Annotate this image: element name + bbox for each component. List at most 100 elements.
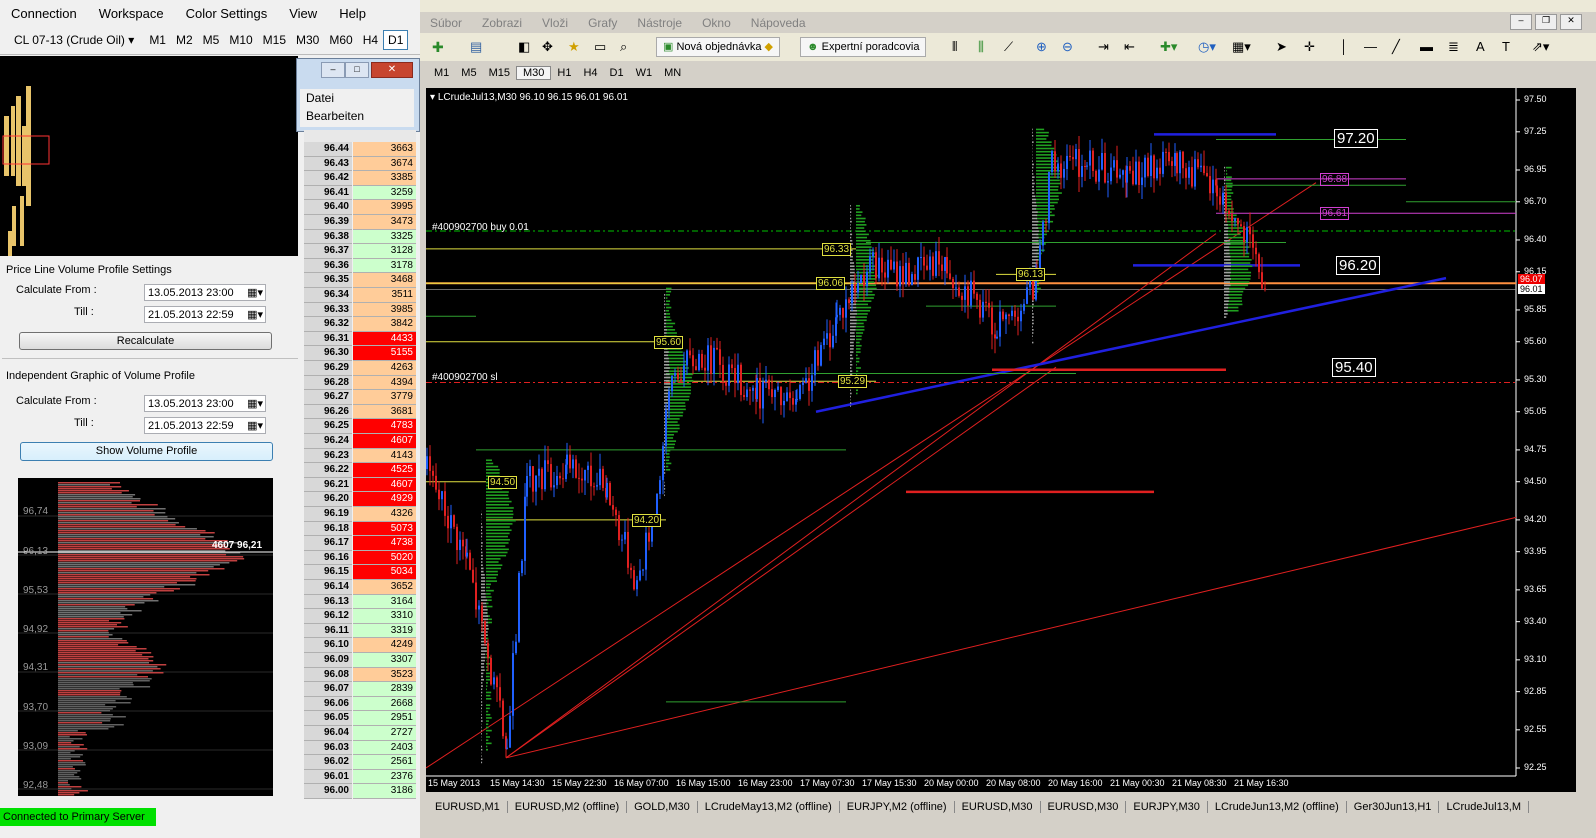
ladder-row[interactable]: 96.02 2561 (304, 755, 416, 770)
crosshair-move-icon[interactable]: ✥ (542, 39, 553, 55)
zoom-out-icon[interactable]: ⊖ (1062, 39, 1073, 55)
chart-tab[interactable]: EURUSD,M30 (1041, 801, 1127, 813)
ladder-row[interactable]: 96.01 2376 (304, 769, 416, 785)
show-volume-profile-button[interactable]: Show Volume Profile (20, 442, 273, 461)
ladder-row[interactable]: 96.36 3178 (304, 258, 416, 274)
ladder-row[interactable]: 96.25 4783 (304, 419, 416, 434)
horizontal-line-icon[interactable]: — (1364, 39, 1377, 54)
ladder-row[interactable]: 96.10 4249 (304, 638, 416, 653)
chart-tab[interactable]: EURJPY,M2 (offline) (840, 801, 955, 813)
popup-item-datei[interactable]: Datei (300, 89, 414, 107)
mt-menu-file[interactable]: Súbor (420, 16, 472, 30)
text-icon[interactable]: A (1476, 39, 1485, 54)
period-m30[interactable]: M30 (515, 66, 552, 80)
chart-tab[interactable]: EURUSD,M2 (offline) (508, 801, 628, 813)
ladder-row[interactable]: 96.14 3652 (304, 580, 416, 595)
period-d1[interactable]: D1 (604, 67, 630, 79)
tf-m60[interactable]: M60 (324, 33, 357, 47)
ladder-row[interactable]: 96.38 3325 (304, 229, 416, 245)
maximize-icon[interactable]: □ (345, 62, 369, 78)
bar-chart-icon[interactable]: ⫴ (952, 39, 957, 55)
ladder-row[interactable]: 96.08 3523 (304, 667, 416, 683)
mt-menu-help[interactable]: Nápoveda (741, 16, 816, 30)
period-h4[interactable]: H4 (577, 67, 603, 79)
terminal-icon[interactable]: ▭ (594, 39, 606, 55)
mt-menu-insert[interactable]: Vloži (532, 16, 578, 30)
calendar-icon[interactable]: ▦▾ (247, 307, 263, 324)
ladder-row[interactable]: 96.19 4326 (304, 507, 416, 522)
ladder-row[interactable]: 96.16 5020 (304, 550, 416, 566)
ladder-row[interactable]: 96.41 3259 (304, 185, 416, 201)
restore-icon[interactable]: ❐ (1535, 14, 1557, 30)
calendar-icon[interactable]: ▦▾ (247, 418, 263, 435)
vertical-line-icon[interactable]: │ (1340, 39, 1348, 54)
ladder-row[interactable]: 96.33 3985 (304, 302, 416, 318)
tf-m15[interactable]: M15 (258, 33, 291, 47)
close-icon[interactable]: ✕ (1560, 14, 1582, 30)
ladder-row[interactable]: 96.42 3385 (304, 171, 416, 186)
auto-scroll-icon[interactable]: ⇥ (1098, 39, 1109, 55)
ladder-row[interactable]: 96.40 3995 (304, 200, 416, 215)
popup-item-bearbeiten[interactable]: Bearbeiten (300, 107, 414, 125)
ladder-row[interactable]: 96.06 2668 (304, 696, 416, 712)
chart-tab[interactable]: EURUSD,M1 (428, 801, 508, 813)
text-label-icon[interactable]: T (1502, 39, 1510, 54)
period-m5[interactable]: M5 (455, 67, 482, 79)
expert-advisors-button[interactable]: ☻ Expertní poradcovia (800, 37, 927, 57)
tf-d1[interactable]: D1 (383, 30, 409, 50)
ladder-row[interactable]: 96.31 4433 (304, 331, 416, 347)
chart-tab[interactable]: LCrudeJun13,M2 (offline) (1208, 801, 1347, 813)
templates-icon[interactable]: ▦▾ (1232, 39, 1251, 55)
ladder-row[interactable]: 96.00 3186 (304, 784, 416, 799)
ladder-row[interactable]: 96.24 4607 (304, 434, 416, 449)
mt-menu-window[interactable]: Okno (692, 16, 741, 30)
ladder-row[interactable]: 96.17 4738 (304, 536, 416, 551)
menu-workspace[interactable]: Workspace (88, 6, 175, 21)
close-icon[interactable]: ✕ (371, 62, 413, 78)
period-m15[interactable]: M15 (483, 67, 516, 79)
zoom-in-icon[interactable]: ⊕ (1036, 39, 1047, 55)
minimize-icon[interactable]: – (321, 62, 345, 78)
periods-icon[interactable]: ◷▾ (1198, 39, 1216, 55)
chart-tab[interactable]: Ger30Jun13,H1 (1347, 801, 1440, 813)
channel-icon[interactable]: ▬ (1420, 39, 1433, 54)
indicators-icon[interactable]: ✚▾ (1160, 39, 1177, 55)
crosshair-icon[interactable]: ✛ (1304, 39, 1315, 55)
ladder-row[interactable]: 96.09 3307 (304, 653, 416, 668)
ladder-row[interactable]: 96.15 5034 (304, 565, 416, 580)
recalculate-button[interactable]: Recalculate (19, 332, 272, 350)
symbol-dropdown[interactable]: CL 07-13 (Crude Oil) ▾ (14, 33, 134, 47)
ladder-row[interactable]: 96.18 5073 (304, 521, 416, 537)
ladder-row[interactable]: 96.12 3310 (304, 609, 416, 624)
ladder-row[interactable]: 96.27 3779 (304, 390, 416, 405)
menu-connection[interactable]: Connection (0, 6, 88, 21)
mt-menu-charts[interactable]: Grafy (578, 16, 627, 30)
menu-color-settings[interactable]: Color Settings (175, 6, 279, 21)
mt-menu-tools[interactable]: Nástroje (627, 16, 692, 30)
tf-h4[interactable]: H4 (358, 33, 383, 47)
period-mn[interactable]: MN (658, 67, 687, 79)
candlestick-icon[interactable]: ⫼ (978, 39, 984, 55)
ladder-row[interactable]: 96.34 3511 (304, 288, 416, 303)
ladder-row[interactable]: 96.44 3663 (304, 142, 416, 157)
fibonacci-icon[interactable]: ≣ (1448, 39, 1459, 55)
chart-tab[interactable]: LCrudeJul13,M (1439, 801, 1530, 813)
line-chart-icon[interactable]: ⟋ (1004, 39, 1013, 55)
trendline-icon[interactable]: ╱ (1392, 39, 1400, 55)
chart-shift-icon[interactable]: ⇤ (1124, 39, 1135, 55)
period-h1[interactable]: H1 (551, 67, 577, 79)
new-order-button[interactable]: ▣ Nová objednávka ◆ (656, 37, 781, 57)
menu-view[interactable]: View (278, 6, 328, 21)
ladder-row[interactable]: 96.21 4607 (304, 477, 416, 493)
calendar-icon[interactable]: ▦▾ (247, 285, 263, 302)
ladder-row[interactable]: 96.07 2839 (304, 682, 416, 697)
period-m1[interactable]: M1 (428, 67, 455, 79)
ladder-row[interactable]: 96.28 4394 (304, 375, 416, 391)
tester-icon[interactable]: ⌕ (620, 39, 627, 55)
arrows-icon[interactable]: ⇗▾ (1532, 39, 1549, 55)
cursor-icon[interactable]: ➤ (1276, 39, 1287, 55)
tf-m2[interactable]: M2 (171, 33, 198, 47)
ladder-row[interactable]: 96.32 3842 (304, 317, 416, 332)
ladder-row[interactable]: 96.43 3674 (304, 156, 416, 172)
ladder-row[interactable]: 96.11 3319 (304, 623, 416, 639)
